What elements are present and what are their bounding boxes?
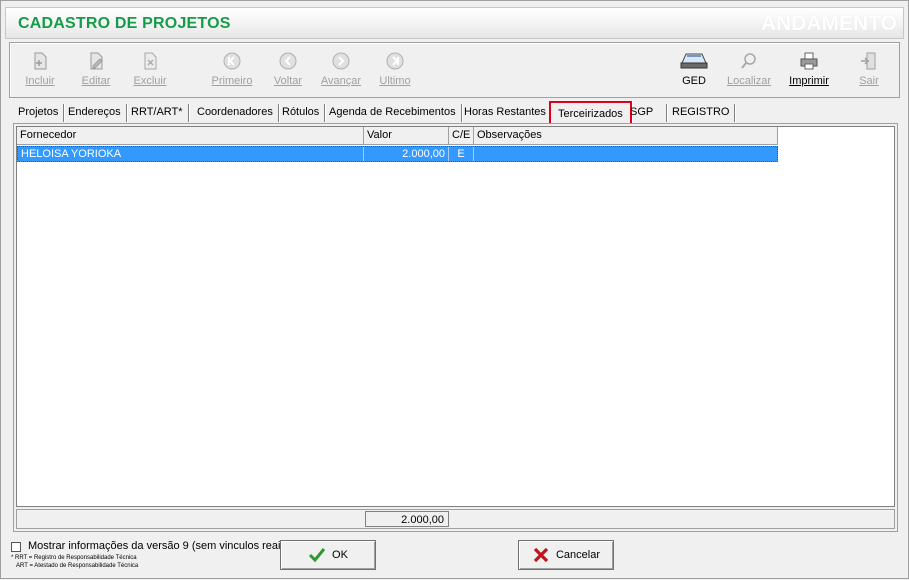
table-row[interactable]: HELOISA YORIOKA 2.000,00 E	[17, 146, 778, 162]
excluir-button[interactable]: Excluir	[130, 43, 170, 97]
exit-door-icon	[861, 52, 876, 70]
suppliers-grid[interactable]: Fornecedor Valor C/E Observações HELOISA…	[16, 126, 895, 507]
editar-button[interactable]: Editar	[76, 43, 116, 97]
imprimir-button[interactable]: Imprimir	[788, 43, 830, 97]
window-title: CADASTRO DE PROJETOS	[18, 15, 231, 32]
scanner-icon	[680, 53, 708, 69]
project-window: CADASTRO DE PROJETOS ANDAMENTO Incluir E…	[0, 0, 909, 579]
previous-record-icon	[279, 52, 297, 70]
column-valor[interactable]: Valor	[364, 127, 449, 144]
tab-projetos[interactable]: Projetos	[13, 104, 65, 122]
cell-fornecedor: HELOISA YORIOKA	[18, 147, 364, 161]
ged-button[interactable]: GED	[674, 43, 714, 97]
column-ce[interactable]: C/E	[449, 127, 474, 144]
last-record-icon	[386, 52, 404, 70]
tab-horas-restantes[interactable]: Horas Restantes	[459, 104, 552, 122]
ultimo-button[interactable]: Ultimo	[376, 43, 414, 97]
avancar-button[interactable]: Avançar	[318, 43, 364, 97]
project-status: ANDAMENTO	[760, 12, 897, 35]
column-observacoes[interactable]: Observações	[474, 127, 778, 144]
tab-enderecos[interactable]: Endereços	[63, 104, 127, 122]
total-valor: 2.000,00	[365, 511, 449, 527]
close-icon	[533, 547, 549, 563]
printer-icon	[800, 52, 818, 70]
note-art: ART = Atestado de Responsabilidade Técni…	[16, 563, 139, 569]
tab-coordenadores[interactable]: Coordenadores	[192, 104, 279, 122]
window-header: CADASTRO DE PROJETOS ANDAMENTO	[5, 7, 904, 39]
terceirizados-panel: Fornecedor Valor C/E Observações HELOISA…	[13, 123, 898, 532]
tab-rotulos[interactable]: Rótulos	[277, 104, 326, 122]
tab-bar: Projetos Endereços RRT/ART* Coordenadore…	[13, 101, 900, 125]
version9-checkbox[interactable]	[11, 542, 21, 552]
tab-registro[interactable]: REGISTRO	[667, 104, 736, 122]
incluir-button[interactable]: Incluir	[20, 43, 60, 97]
tab-rrt-art[interactable]: RRT/ART*	[126, 104, 189, 122]
checkmark-icon	[308, 548, 326, 563]
first-record-icon	[223, 52, 241, 70]
sair-button[interactable]: Sair	[852, 43, 886, 97]
cell-valor: 2.000,00	[364, 147, 449, 161]
cancel-button[interactable]: Cancelar	[518, 540, 614, 570]
column-fornecedor[interactable]: Fornecedor	[17, 127, 364, 144]
grid-header: Fornecedor Valor C/E Observações	[17, 127, 778, 145]
voltar-button[interactable]: Voltar	[268, 43, 308, 97]
edit-document-icon	[90, 52, 103, 70]
delete-document-icon	[144, 52, 157, 70]
toolbar: Incluir Editar Excluir Primeiro Voltar A…	[9, 42, 900, 98]
ok-button[interactable]: OK	[280, 540, 376, 570]
cell-observacoes	[474, 147, 777, 161]
primeiro-button[interactable]: Primeiro	[210, 43, 254, 97]
next-record-icon	[332, 52, 350, 70]
bottom-bar: Mostrar informações da versão 9 (sem vin…	[1, 536, 909, 580]
tab-agenda-recebimentos[interactable]: Agenda de Recebimentos	[324, 104, 462, 122]
magnifier-icon	[741, 53, 756, 69]
note-rrt: * RRT = Registro de Responsabilidade Téc…	[11, 555, 137, 561]
tab-sgp[interactable]: SGP	[625, 104, 667, 122]
grid-footer: 2.000,00	[16, 509, 895, 529]
localizar-button[interactable]: Localizar	[726, 43, 772, 97]
add-document-icon	[34, 52, 47, 70]
tab-terceirizados[interactable]: Terceirizados	[549, 101, 632, 125]
version9-checkbox-label[interactable]: Mostrar informações da versão 9 (sem vin…	[28, 540, 290, 552]
cell-ce: E	[449, 147, 474, 161]
